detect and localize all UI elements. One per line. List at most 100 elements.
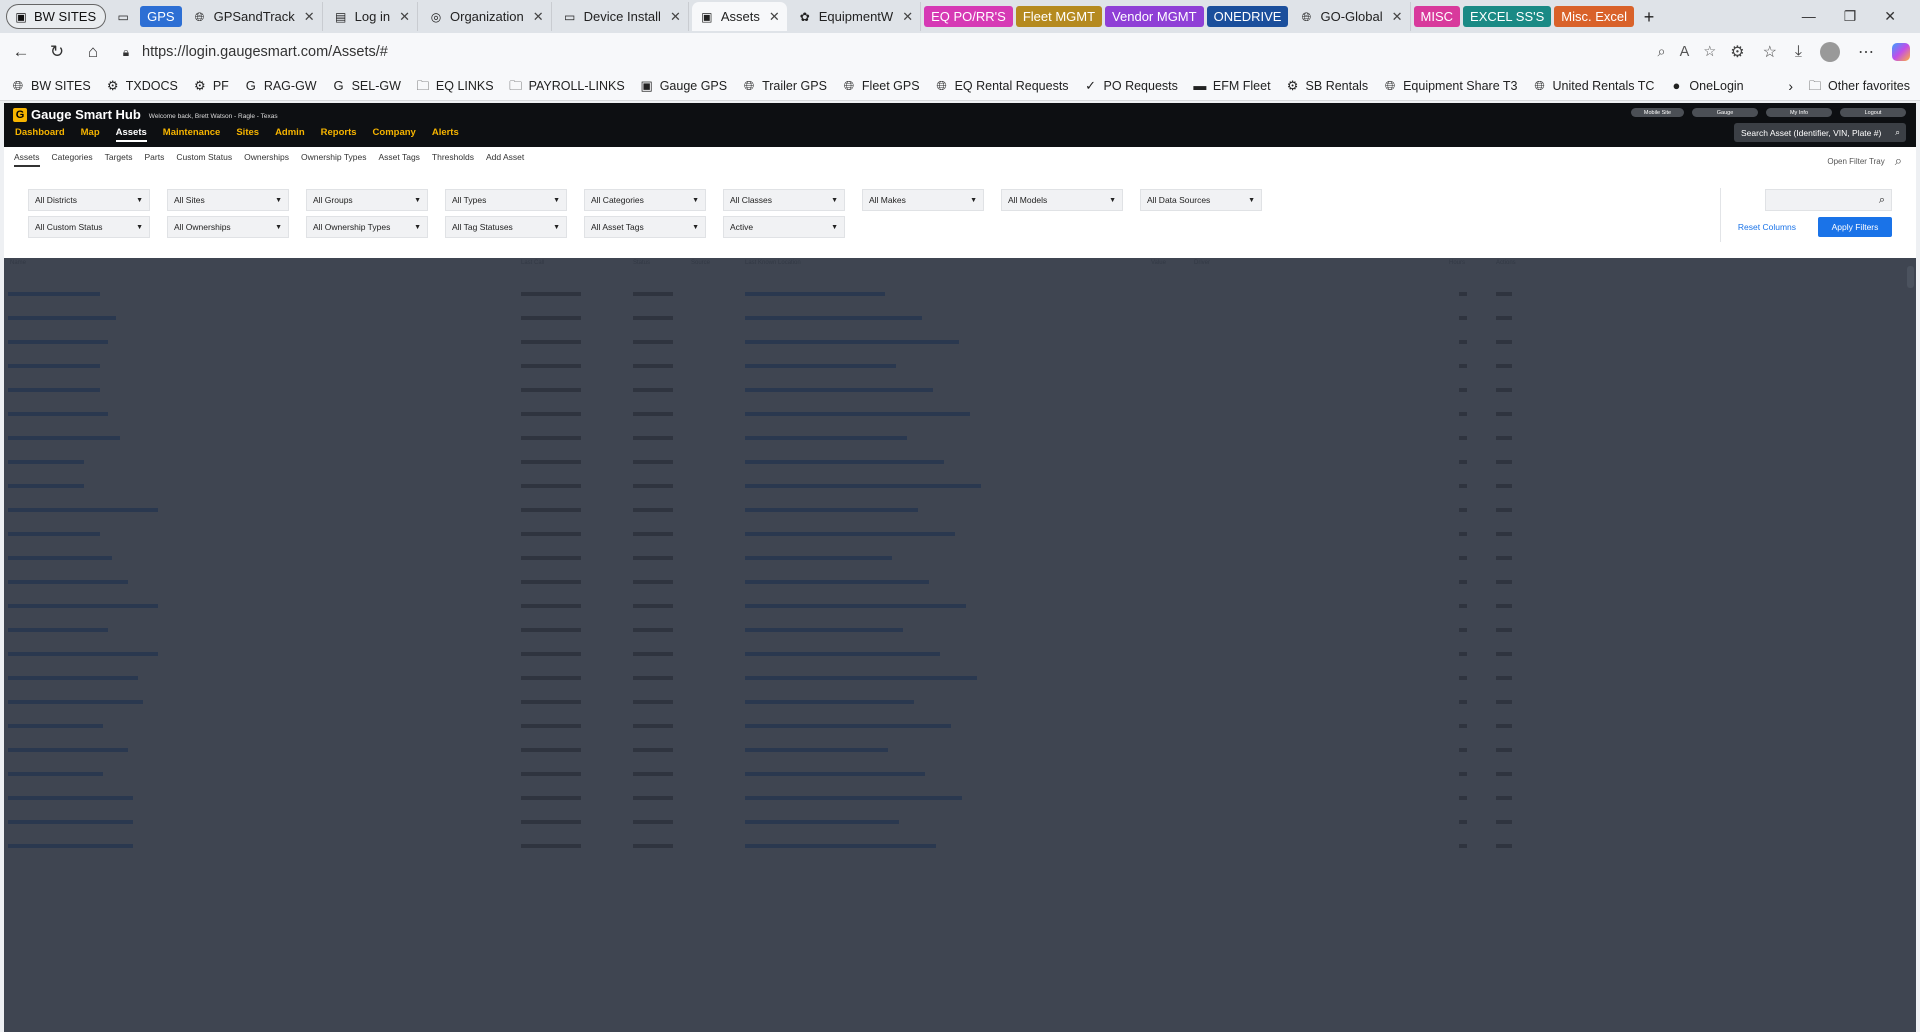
asset-name-link[interactable] — [8, 724, 103, 728]
table-scrollbar[interactable] — [1907, 266, 1914, 288]
close-tab-icon[interactable]: ✕ — [399, 9, 410, 25]
table-row[interactable] — [4, 354, 1916, 378]
column-header[interactable]: Driver — [1194, 260, 1210, 266]
asset-name-link[interactable] — [8, 460, 84, 464]
table-row[interactable] — [4, 450, 1916, 474]
more-actions-icon[interactable] — [1496, 796, 1512, 800]
tab-group-13[interactable]: EXCEL SS'S — [1463, 6, 1552, 27]
column-header[interactable]: Name — [10, 260, 26, 266]
asset-name-link[interactable] — [8, 388, 100, 392]
more-actions-icon[interactable] — [1496, 820, 1512, 824]
table-row[interactable] — [4, 810, 1916, 834]
table-row[interactable] — [4, 786, 1916, 810]
browser-tab-3[interactable]: ◎ Organization ✕ — [421, 2, 552, 31]
more-actions-icon[interactable] — [1496, 772, 1512, 776]
table-row[interactable] — [4, 546, 1916, 570]
table-row[interactable] — [4, 762, 1916, 786]
more-actions-icon[interactable] — [1496, 652, 1512, 656]
asset-name-link[interactable] — [8, 796, 133, 800]
filter-all-ownership-types[interactable]: All Ownership Types ▼ — [306, 216, 428, 238]
tab-group-12[interactable]: MISC — [1413, 6, 1461, 27]
table-row[interactable] — [4, 306, 1916, 330]
table-row[interactable] — [4, 570, 1916, 594]
mobile-site-button[interactable]: Mobile Site — [1631, 108, 1684, 117]
new-tab-icon[interactable]: + — [1641, 8, 1657, 26]
browser-tab-2[interactable]: ▤ Log in ✕ — [326, 2, 418, 31]
location-link[interactable] — [745, 652, 940, 656]
location-link[interactable] — [745, 292, 885, 296]
more-actions-icon[interactable] — [1496, 628, 1512, 632]
close-tab-icon[interactable]: ✕ — [902, 9, 913, 25]
asset-name-link[interactable] — [8, 604, 158, 608]
back-icon[interactable]: ← — [10, 42, 32, 62]
more-actions-icon[interactable] — [1496, 412, 1512, 416]
bookmark-5[interactable]: 🗀 EQ LINKS — [415, 78, 493, 94]
subnav-custom-status[interactable]: Custom Status — [176, 152, 232, 167]
zoom-icon[interactable]: ⌕ — [1657, 44, 1665, 60]
column-header[interactable]: Hours — [1449, 260, 1465, 266]
more-actions-icon[interactable] — [1496, 364, 1512, 368]
location-link[interactable] — [745, 700, 914, 704]
browser-tab-6[interactable]: ✿ EquipmentW ✕ — [790, 2, 922, 31]
location-link[interactable] — [745, 484, 981, 488]
table-row[interactable] — [4, 642, 1916, 666]
location-link[interactable] — [745, 316, 922, 320]
column-header[interactable]: Status — [633, 260, 650, 266]
tab-group-8[interactable]: Fleet MGMT — [1015, 6, 1103, 27]
location-link[interactable] — [745, 460, 944, 464]
more-actions-icon[interactable] — [1496, 316, 1512, 320]
bookmark-2[interactable]: ⚙ PF — [192, 78, 229, 94]
table-row[interactable] — [4, 738, 1916, 762]
filter-all-classes[interactable]: All Classes ▼ — [723, 189, 845, 211]
asset-name-link[interactable] — [8, 340, 108, 344]
location-link[interactable] — [745, 556, 892, 560]
bookmark-15[interactable]: 🌐︎ United Rentals TC — [1532, 78, 1654, 94]
more-actions-icon[interactable] — [1496, 388, 1512, 392]
filter-active[interactable]: Active ▼ — [723, 216, 845, 238]
nav-map[interactable]: Map — [81, 127, 100, 142]
asset-name-link[interactable] — [8, 652, 158, 656]
more-actions-icon[interactable] — [1496, 676, 1512, 680]
gauge-button[interactable]: Gauge — [1692, 108, 1758, 117]
nav-admin[interactable]: Admin — [275, 127, 305, 142]
table-row[interactable] — [4, 474, 1916, 498]
asset-name-link[interactable] — [8, 820, 133, 824]
bookmark-11[interactable]: ✓ PO Requests — [1083, 78, 1178, 94]
location-link[interactable] — [745, 508, 918, 512]
tab-group-9[interactable]: Vendor MGMT — [1105, 6, 1204, 27]
table-row[interactable] — [4, 666, 1916, 690]
profile-button[interactable]: ▣ BW SITES — [6, 4, 107, 29]
app-logo[interactable]: G Gauge Smart Hub Welcome back, Brett Wa… — [13, 107, 278, 122]
location-link[interactable] — [745, 628, 903, 632]
filter-search-input[interactable]: ⌕ — [1765, 189, 1892, 211]
table-row[interactable] — [4, 330, 1916, 354]
avatar[interactable] — [1820, 42, 1840, 62]
column-header[interactable]: Last Call — [521, 260, 544, 266]
bookmark-0[interactable]: 🌐︎ BW SITES — [10, 78, 91, 94]
more-actions-icon[interactable] — [1496, 700, 1512, 704]
filter-all-data-sources[interactable]: All Data Sources ▼ — [1140, 189, 1262, 211]
asset-name-link[interactable] — [8, 436, 120, 440]
more-actions-icon[interactable] — [1496, 532, 1512, 536]
subnav-thresholds[interactable]: Thresholds — [432, 152, 474, 167]
asset-name-link[interactable] — [8, 748, 128, 752]
url-field[interactable]: 🔒︎ https://login.gaugesmart.com/Assets/#… — [118, 38, 1716, 66]
tab-group-14[interactable]: Misc. Excel — [1554, 6, 1635, 27]
column-header[interactable]: Actions — [1496, 260, 1516, 266]
location-link[interactable] — [745, 796, 962, 800]
table-row[interactable] — [4, 834, 1916, 858]
filter-all-custom-status[interactable]: All Custom Status ▼ — [28, 216, 150, 238]
favorites-icon[interactable]: ☆ — [1763, 42, 1777, 62]
nav-assets[interactable]: Assets — [115, 127, 147, 142]
bookmark-4[interactable]: G SEL-GW — [331, 78, 401, 94]
asset-name-link[interactable] — [8, 844, 133, 848]
filter-search-icon[interactable]: ⌕ — [1895, 153, 1902, 169]
bookmark-14[interactable]: 🌐︎ Equipment Share T3 — [1382, 78, 1518, 94]
location-link[interactable] — [745, 604, 966, 608]
tab-group-0[interactable]: GPS — [140, 6, 182, 27]
tab-group-7[interactable]: EQ PO/RR'S — [924, 6, 1013, 27]
subnav-ownerships[interactable]: Ownerships — [244, 152, 289, 167]
search-icon[interactable]: ⌕ — [1895, 127, 1900, 138]
close-tab-icon[interactable]: ✕ — [533, 9, 544, 25]
table-row[interactable] — [4, 498, 1916, 522]
